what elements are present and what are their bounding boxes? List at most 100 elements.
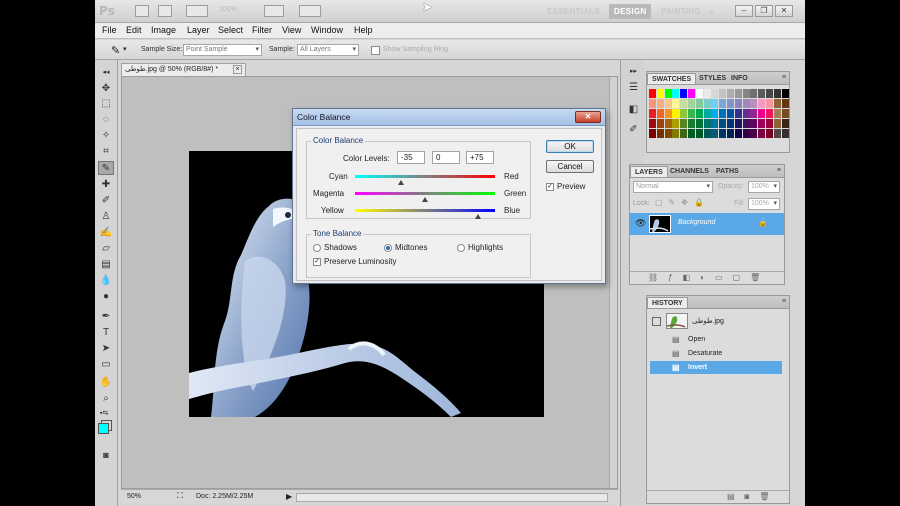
preview-checkbox[interactable]: ✓ xyxy=(546,183,554,191)
color-swatch[interactable] xyxy=(781,119,789,128)
color-swatch[interactable] xyxy=(727,99,734,108)
menu-select[interactable]: Select xyxy=(218,25,243,35)
menu-help[interactable]: Help xyxy=(354,25,373,35)
quick-mask-icon[interactable]: ◙ xyxy=(98,448,114,462)
blur-tool-icon[interactable]: 💧 xyxy=(98,274,114,288)
menu-filter[interactable]: Filter xyxy=(252,25,272,35)
status-zoom[interactable]: 50% xyxy=(127,493,141,500)
color-swatch[interactable] xyxy=(656,99,664,108)
clone-stamp-tool-icon[interactable]: ♙ xyxy=(98,210,114,224)
color-swatch[interactable] xyxy=(664,89,672,98)
eyedropper-tool-icon[interactable]: ✎ xyxy=(98,161,114,175)
magenta-green-slider[interactable] xyxy=(355,192,495,195)
midtones-radio[interactable] xyxy=(384,244,392,252)
document-tab[interactable]: طوطی.jpg @ 50% (RGB/8#) * × xyxy=(121,63,246,76)
dialog-title-bar[interactable]: Color Balance ✕ xyxy=(293,109,605,126)
color-swatch[interactable] xyxy=(695,129,703,138)
color-swatch[interactable] xyxy=(750,129,758,138)
masks-icon[interactable]: ◧ xyxy=(627,104,640,115)
color-swatch[interactable] xyxy=(703,119,711,128)
status-menu-arrow-icon[interactable]: ▶ xyxy=(286,492,292,501)
eraser-tool-icon[interactable]: ▱ xyxy=(98,242,114,256)
color-swatch[interactable] xyxy=(773,129,781,138)
tool-preset-dropdown-icon[interactable]: ▾ xyxy=(123,45,127,53)
dialog-close-icon[interactable]: ✕ xyxy=(575,111,601,123)
screen-mode-icon[interactable] xyxy=(299,5,321,17)
bridge-icon[interactable] xyxy=(135,5,149,17)
panel-menu-icon[interactable]: ≡ xyxy=(782,298,786,305)
color-swatch[interactable] xyxy=(742,129,750,138)
tab-history[interactable]: HISTORY xyxy=(647,297,688,308)
workspace-painting[interactable]: PAINTING xyxy=(656,4,706,19)
menu-file[interactable]: File xyxy=(102,25,117,35)
color-swatch[interactable] xyxy=(711,119,719,128)
workspace-essentials[interactable]: ESSENTIALS xyxy=(542,4,605,19)
zoom-level[interactable]: 100% xyxy=(219,6,237,13)
dodge-tool-icon[interactable]: ● xyxy=(98,290,114,304)
color-swatch[interactable] xyxy=(719,109,727,118)
color-swatch[interactable] xyxy=(680,99,688,108)
menu-edit[interactable]: Edit xyxy=(126,25,142,35)
color-swatch[interactable] xyxy=(781,99,789,108)
color-swatch[interactable] xyxy=(742,99,750,108)
color-swatch[interactable] xyxy=(766,129,773,138)
color-swatch[interactable] xyxy=(656,129,664,138)
color-swatch[interactable] xyxy=(727,109,734,118)
sample-size-select[interactable]: Point Sample xyxy=(183,44,262,56)
brush-panel-icon[interactable]: ✐ xyxy=(627,124,640,135)
color-swatch[interactable] xyxy=(781,129,789,138)
color-swatch[interactable] xyxy=(766,89,773,98)
color-swatch[interactable] xyxy=(649,109,656,118)
history-step-open[interactable]: ▤ Open xyxy=(650,333,782,346)
color-swatch[interactable] xyxy=(719,89,727,98)
swatch-grid[interactable] xyxy=(649,87,789,151)
color-swatch[interactable] xyxy=(773,99,781,108)
color-swatch[interactable] xyxy=(734,99,742,108)
color-swatch[interactable] xyxy=(766,99,773,108)
close-document-icon[interactable]: × xyxy=(233,65,242,74)
color-swatch[interactable] xyxy=(649,129,656,138)
horizontal-scrollbar[interactable] xyxy=(296,493,608,502)
type-tool-icon[interactable]: T xyxy=(98,326,114,340)
shadows-radio[interactable] xyxy=(313,244,321,252)
lasso-tool-icon[interactable]: ◌ xyxy=(98,113,114,127)
visibility-eye-icon[interactable]: 👁 xyxy=(635,218,646,229)
foreground-color-swatch[interactable] xyxy=(98,423,109,434)
panel-menu-icon[interactable]: ≡ xyxy=(782,74,786,81)
crop-tool-icon[interactable]: ⌗ xyxy=(98,145,114,159)
minimize-icon[interactable]: – xyxy=(735,5,753,17)
cancel-button[interactable]: Cancel xyxy=(546,160,594,173)
tab-layers[interactable]: LAYERS xyxy=(630,166,668,177)
history-snapshot[interactable]: طوطی.jpg xyxy=(650,313,782,330)
menu-view[interactable]: View xyxy=(282,25,301,35)
magenta-green-slider-knob[interactable] xyxy=(422,197,428,202)
move-tool-icon[interactable]: ✥ xyxy=(98,82,114,96)
zoom-tool-icon[interactable]: ⌕ xyxy=(98,392,114,406)
sample-select[interactable]: All Layers xyxy=(297,44,359,56)
panel-menu-icon[interactable]: ≡ xyxy=(777,167,781,174)
yellow-blue-level-input[interactable]: +75 xyxy=(466,151,494,164)
tab-styles[interactable]: STYLES xyxy=(695,73,730,84)
eyedropper-icon[interactable]: ✎ xyxy=(111,44,120,57)
color-swatch[interactable] xyxy=(672,119,680,128)
color-swatch[interactable] xyxy=(664,99,672,108)
menu-image[interactable]: Image xyxy=(151,25,176,35)
blend-mode-select[interactable]: Normal xyxy=(633,181,713,193)
restore-icon[interactable]: ❐ xyxy=(755,5,773,17)
color-swatch[interactable] xyxy=(758,129,766,138)
color-swatch[interactable] xyxy=(703,129,711,138)
cyan-red-level-input[interactable]: -35 xyxy=(397,151,425,164)
color-swatch[interactable] xyxy=(742,109,750,118)
layer-row-background[interactable]: 👁 Background 🔒 xyxy=(630,213,784,235)
color-swatch[interactable] xyxy=(649,99,656,108)
minibridge-icon[interactable] xyxy=(158,5,172,17)
adjustments-icon[interactable]: ☰ xyxy=(627,82,640,93)
color-swatch[interactable] xyxy=(649,119,656,128)
color-swatch[interactable] xyxy=(664,109,672,118)
color-swatch[interactable] xyxy=(672,109,680,118)
yellow-blue-slider[interactable] xyxy=(355,209,495,212)
color-swatch[interactable] xyxy=(758,119,766,128)
color-swatch[interactable] xyxy=(766,109,773,118)
tab-channels[interactable]: CHANNELS xyxy=(666,166,713,177)
highlights-radio[interactable] xyxy=(457,244,465,252)
